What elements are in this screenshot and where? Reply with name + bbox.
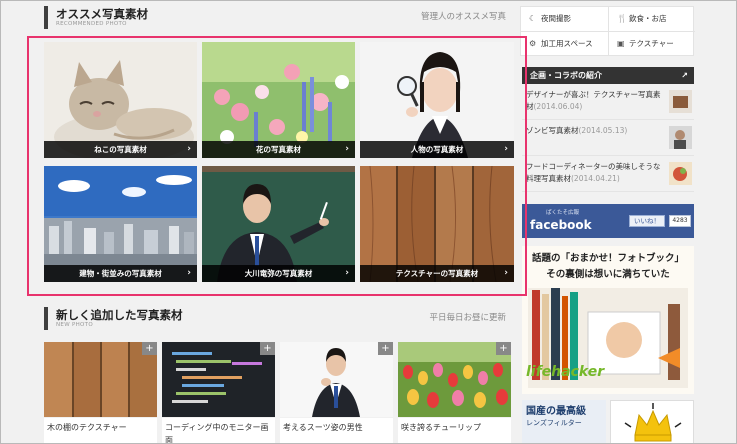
new-photo-label: コーディング中のモニター画面	[162, 418, 275, 444]
monitor-code-photo	[162, 342, 275, 417]
category-night[interactable]: ☾ 夜間撮影	[521, 7, 608, 31]
like-count: 4283	[669, 215, 691, 227]
gear-icon: ⚙	[529, 39, 537, 48]
ad-line-2: レンズフィルター	[526, 419, 582, 427]
tile-flowers[interactable]: 花の写真素材 ›	[202, 42, 355, 158]
collab-thumb	[669, 126, 692, 149]
wood-shelf-photo	[44, 342, 157, 417]
tile-okawa[interactable]: 大川竜弥の写真素材 ›	[202, 166, 355, 282]
add-icon[interactable]: +	[378, 342, 393, 355]
recommended-header: オススメ写真素材 RECOMMENDED PHOTO 管理人のオススメ写真	[44, 6, 510, 40]
chevron-right-icon: ›	[345, 268, 349, 278]
chevron-right-icon: ›	[504, 144, 508, 154]
tile-caption: 大川竜弥の写真素材 ›	[202, 265, 355, 282]
tulips-photo	[398, 342, 511, 417]
photobook-ad[interactable]: 話題の「おまかせ！フォトブック」 その裏側は想いに満ちていた lifehacke…	[522, 246, 694, 394]
new-photo-item[interactable]: + 木の棚のテクスチャー	[44, 342, 157, 444]
collab-item[interactable]: デザイナーが喜ぶ！テクスチャー写真素材(2014.06.04)	[522, 86, 694, 120]
tile-caption: 人物の写真素材 ›	[360, 141, 514, 158]
thinking-man-photo	[280, 342, 393, 417]
section-subtitle: RECOMMENDED PHOTO	[56, 21, 127, 27]
tile-cat[interactable]: ねこの写真素材 ›	[44, 42, 197, 158]
new-photo-item[interactable]: + 考えるスーツ姿の男性	[280, 342, 393, 444]
tile-caption: 花の写真素材 ›	[202, 141, 355, 158]
recommended-photo-grid: ねこの写真素材 › 花の写真素材 › 人物の写真素材 › 建物・街並みの写真素材…	[44, 42, 514, 284]
header-bar	[44, 307, 48, 330]
tile-caption: テクスチャーの写真素材 ›	[360, 265, 514, 282]
crown-icon	[624, 403, 682, 442]
header-bar	[44, 6, 48, 29]
new-photo-label: 咲き誇るチューリップ	[398, 418, 511, 444]
section-title: オススメ写真素材	[56, 7, 148, 21]
section-title: 新しく追加した写真素材	[56, 308, 183, 322]
tile-person[interactable]: 人物の写真素材 ›	[360, 42, 514, 158]
category-grid: ☾ 夜間撮影 🍴 飲食・お店 ⚙ 加工用スペース ▣ テクスチャー	[520, 6, 695, 56]
new-photo-label: 木の棚のテクスチャー	[44, 418, 157, 444]
collab-item[interactable]: ゾンビ写真素材(2014.05.13)	[522, 122, 694, 156]
add-icon[interactable]: +	[260, 342, 275, 355]
section-subtitle: NEW PHOTO	[56, 322, 93, 328]
ad-line-1: 話題の「おまかせ！フォトブック」	[531, 253, 684, 264]
new-photo-label: 考えるスーツ姿の男性	[280, 418, 393, 444]
new-photo-item[interactable]: + 咲き誇るチューリップ	[398, 342, 511, 444]
facebook-caption: ぱくたそ広報	[546, 210, 580, 216]
chevron-right-icon: ›	[345, 144, 349, 154]
right-sidebar: ☾ 夜間撮影 🍴 飲食・お店 ⚙ 加工用スペース ▣ テクスチャー 企画・コラボの紹介 …	[520, 0, 695, 444]
facebook-widget[interactable]: ぱくたそ広報 facebook いいね！ 4283	[522, 204, 694, 238]
external-link-icon[interactable]: ↗	[681, 67, 688, 84]
cutlery-icon: 🍴	[617, 14, 627, 23]
new-photo-item[interactable]: + コーディング中のモニター画面	[162, 342, 275, 444]
chevron-right-icon: ›	[187, 268, 191, 278]
moon-icon: ☾	[529, 14, 537, 23]
facebook-logo: facebook	[530, 218, 592, 232]
category-space[interactable]: ⚙ 加工用スペース	[521, 31, 608, 55]
lens-filter-ad[interactable]: 国産の最高級 レンズフィルター	[522, 400, 606, 444]
chevron-right-icon: ›	[187, 144, 191, 154]
tile-texture[interactable]: テクスチャーの写真素材 ›	[360, 166, 514, 282]
add-icon[interactable]: +	[496, 342, 511, 355]
collab-thumb	[669, 90, 692, 113]
like-button[interactable]: いいね！	[629, 215, 665, 227]
category-texture[interactable]: ▣ テクスチャー	[608, 31, 695, 55]
image-icon: ▣	[617, 39, 625, 48]
new-photo-header: 新しく追加した写真素材 NEW PHOTO 平日毎日お昼に更新	[44, 307, 510, 341]
chevron-right-icon: ›	[504, 268, 508, 278]
tile-caption: ねこの写真素材 ›	[44, 141, 197, 158]
tile-city[interactable]: 建物・街並みの写真素材 ›	[44, 166, 197, 282]
collab-item[interactable]: フードコーディネーターの美味しそうな料理写真素材(2014.04.21)	[522, 158, 694, 192]
collab-header: 企画・コラボの紹介 ↗	[522, 67, 694, 84]
ad-line-2: その裏側は想いに満ちていた	[546, 269, 670, 280]
section-note: 管理人のオススメ写真	[420, 12, 506, 22]
collab-thumb	[669, 162, 692, 185]
add-icon[interactable]: +	[142, 342, 157, 355]
new-photo-list: + 木の棚のテクスチャー + コーディング中のモニター画面 + 考えるスーツ姿の…	[44, 342, 514, 444]
category-food[interactable]: 🍴 飲食・お店	[608, 7, 695, 31]
lifehacker-logo: lifehacker	[526, 364, 605, 380]
crown-ad[interactable]	[610, 400, 694, 444]
section-note: 平日毎日お昼に更新	[429, 313, 506, 323]
ad-line-1: 国産の最高級	[526, 406, 586, 417]
tile-caption: 建物・街並みの写真素材 ›	[44, 265, 197, 282]
